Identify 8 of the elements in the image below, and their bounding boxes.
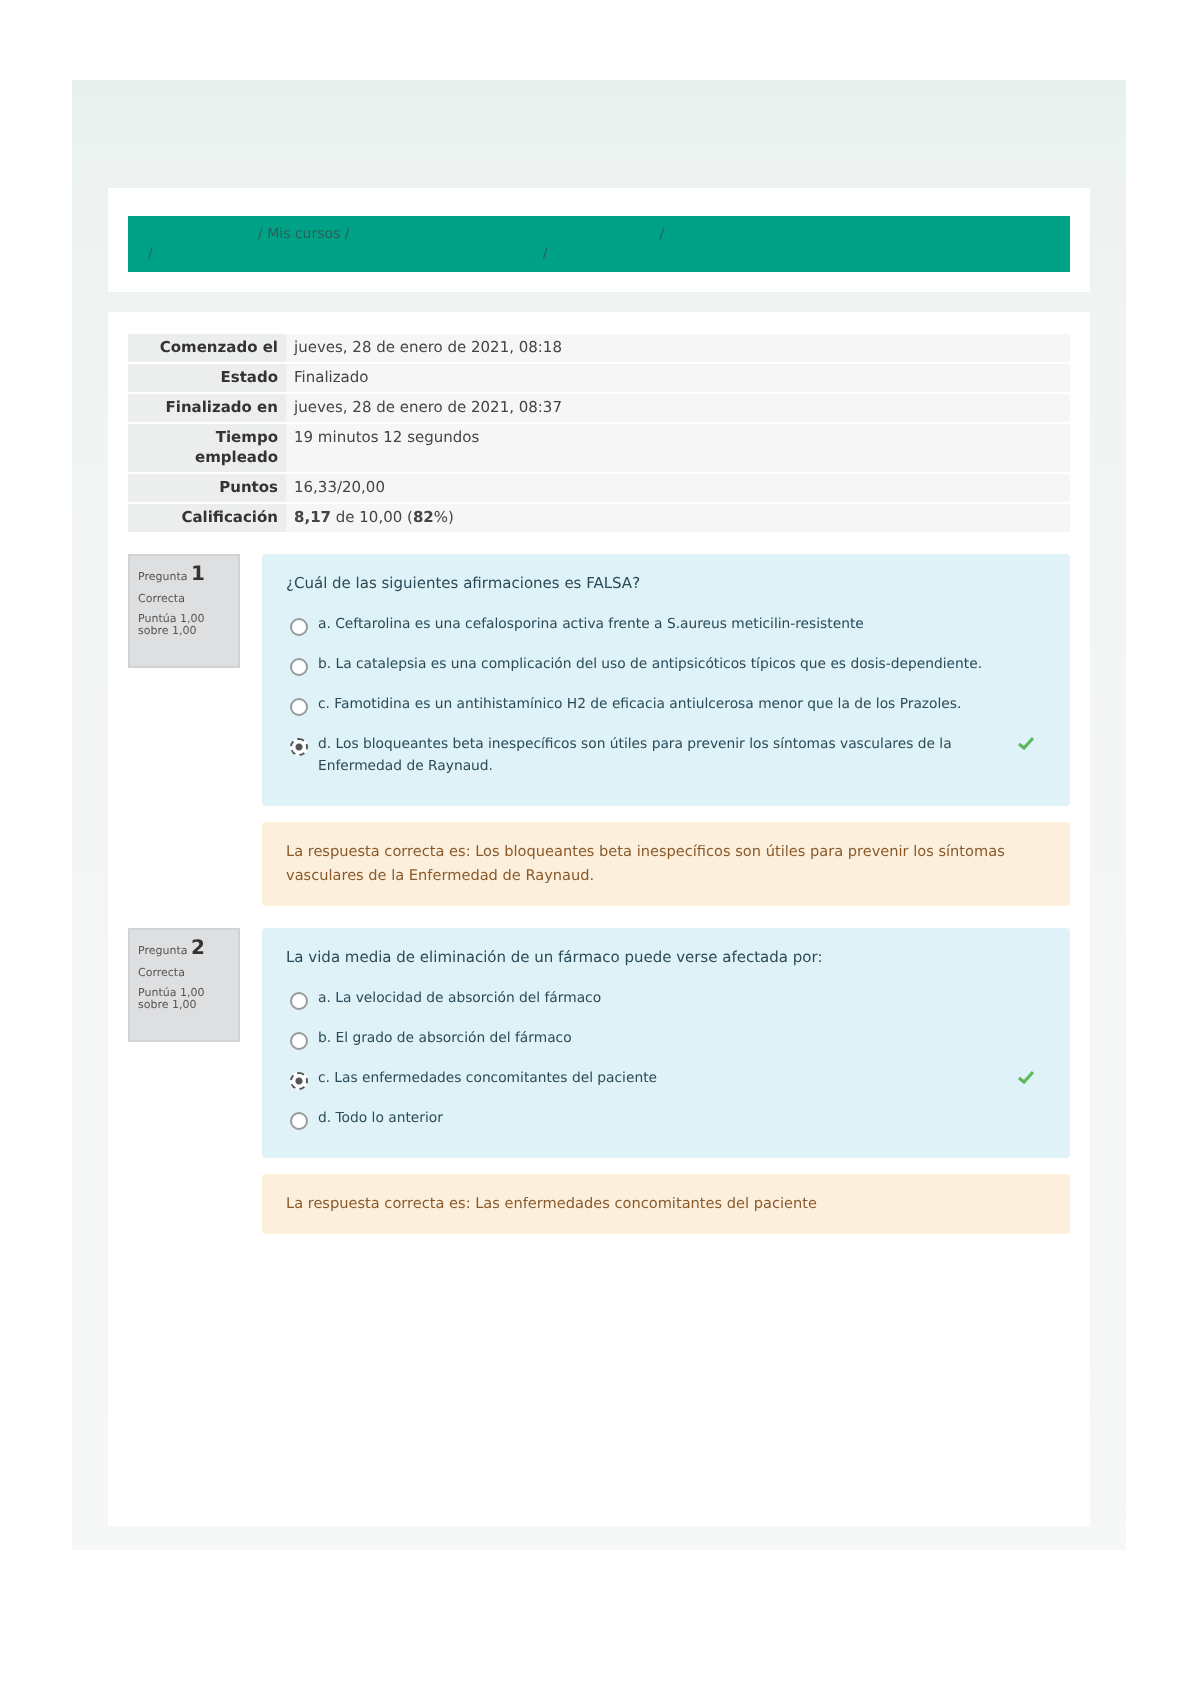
- radio-button[interactable]: [290, 992, 308, 1010]
- radio-button[interactable]: [290, 1072, 308, 1090]
- radio-button[interactable]: [290, 1112, 308, 1130]
- radio-button[interactable]: [290, 738, 308, 756]
- radio-button[interactable]: [290, 1032, 308, 1050]
- radio-button[interactable]: [290, 618, 308, 636]
- radio-button[interactable]: [290, 658, 308, 676]
- radio-button[interactable]: [290, 698, 308, 716]
